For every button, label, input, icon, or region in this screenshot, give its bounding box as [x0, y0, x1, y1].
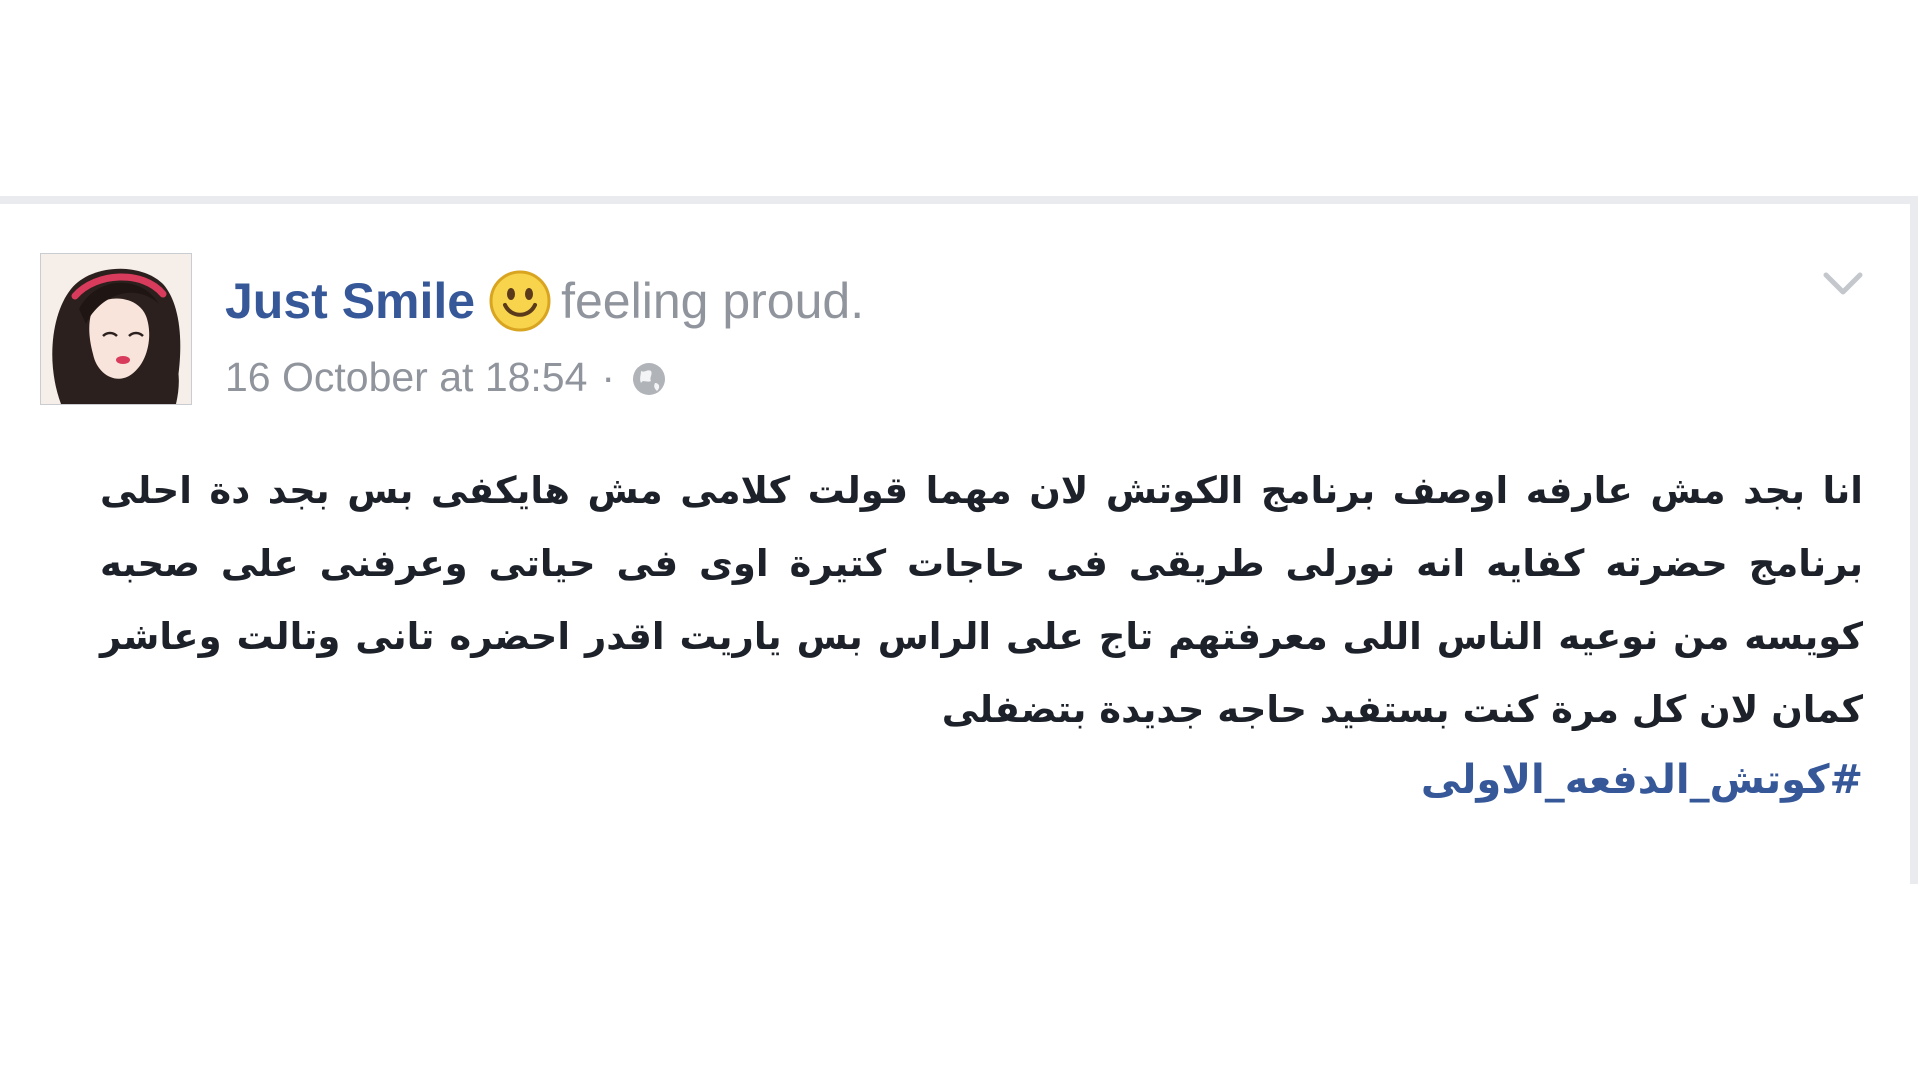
post-card: Just Smile feeling proud. 16 October at …	[0, 196, 1918, 884]
chevron-down-icon[interactable]	[1818, 266, 1868, 302]
avatar-illustration	[41, 254, 191, 404]
avatar[interactable]	[40, 253, 192, 405]
smiley-icon	[489, 270, 551, 332]
globe-icon[interactable]	[629, 359, 669, 399]
meta-separator: ·	[601, 353, 616, 400]
hashtag-link[interactable]: #كوتش_الدفعه_الاولى	[1000, 744, 1863, 817]
post-text: انا بجد مش عارفه اوصف برنامج الكوتش لان …	[100, 469, 1863, 731]
author-name-link[interactable]: Just Smile	[225, 272, 475, 330]
screenshot-stage: Just Smile feeling proud. 16 October at …	[0, 0, 1920, 1080]
post-meta: 16 October at 18:54 ·	[225, 349, 669, 405]
feeling-label: feeling proud.	[561, 273, 865, 329]
post-header: Just Smile feeling proud.	[225, 266, 864, 336]
timestamp-link[interactable]: 16 October at 18:54	[225, 354, 587, 401]
